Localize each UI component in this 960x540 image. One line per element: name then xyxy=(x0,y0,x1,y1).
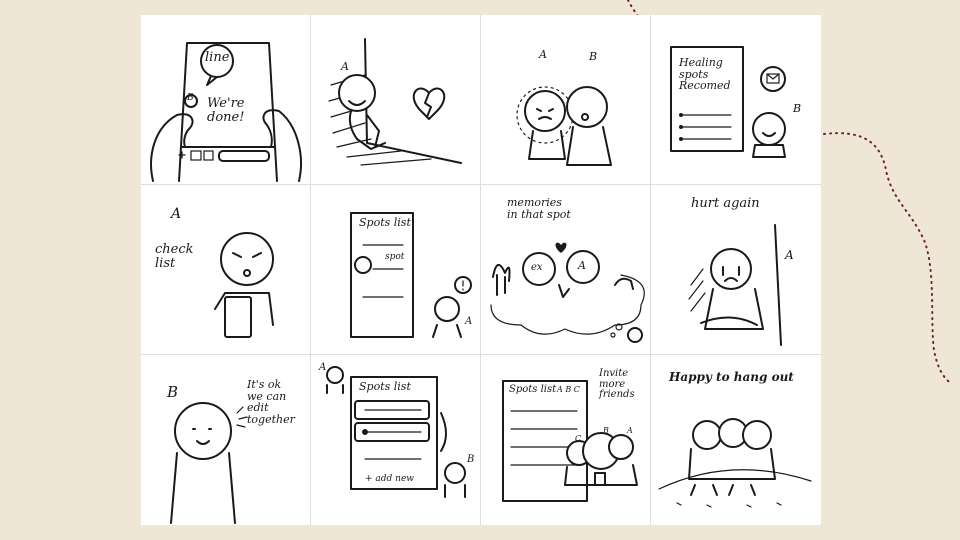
label-b: B xyxy=(167,383,179,401)
list-title: Spots list xyxy=(509,384,557,395)
label-b: B xyxy=(793,102,802,115)
label-a: A xyxy=(319,362,327,373)
friends-comfort-sketch xyxy=(516,86,612,166)
friend-badges: A B C xyxy=(557,385,580,394)
label-a: A xyxy=(465,316,473,327)
label-b: B xyxy=(589,50,598,63)
label-a: A xyxy=(341,60,349,73)
panel-11: Spots list A B C Invite more friends C B… xyxy=(481,355,651,525)
crying-corner-sketch xyxy=(328,38,462,166)
ex-label: ex xyxy=(531,262,543,273)
caption: check list xyxy=(155,242,194,271)
add-new-label: + add new xyxy=(365,474,414,484)
panel-1: line B We're done! xyxy=(141,15,311,185)
label-a: A xyxy=(171,206,182,222)
message-text: We're done! xyxy=(207,96,245,125)
label-a: A xyxy=(578,259,586,272)
storyboard: line B We're done! A A B Healing spots R… xyxy=(141,15,821,525)
panel-12: Happy to hang out xyxy=(651,355,821,525)
panel-9: B It's ok we can edit together xyxy=(141,355,311,525)
caption: It's ok we can edit together xyxy=(247,378,295,426)
list-title: Spots list xyxy=(359,380,411,393)
caption: memories in that spot xyxy=(507,196,571,221)
speech-bubble-text: line xyxy=(205,50,230,65)
caption: Invite more friends xyxy=(599,368,635,400)
caption: Happy to hang out xyxy=(669,370,794,384)
spots-list-sketch xyxy=(350,212,472,338)
panel-7: memories in that spot ex A xyxy=(481,185,651,355)
label-a: A xyxy=(785,248,794,262)
label-a: A xyxy=(539,48,547,61)
panel-5: A check list xyxy=(141,185,311,355)
list-item-spot: spot xyxy=(385,252,405,262)
panel-4: Healing spots Recomed B xyxy=(651,15,821,185)
panel-2: A xyxy=(311,15,481,185)
panel-10: A Spots list + add new B xyxy=(311,355,481,525)
label-b: B xyxy=(603,426,609,435)
panel-3: A B xyxy=(481,15,651,185)
label-b: B xyxy=(467,454,475,465)
list-title: Spots list xyxy=(359,216,411,229)
panel-6: Spots list spot A xyxy=(311,185,481,355)
recommendation-doc-sketch xyxy=(670,46,786,158)
label-c: C xyxy=(575,434,582,443)
label-a: A xyxy=(627,426,633,435)
caption: hurt again xyxy=(691,196,760,211)
doc-title: Healing spots Recomed xyxy=(679,56,731,93)
badge-b: B xyxy=(187,93,194,103)
panel-8: hurt again A xyxy=(651,185,821,355)
